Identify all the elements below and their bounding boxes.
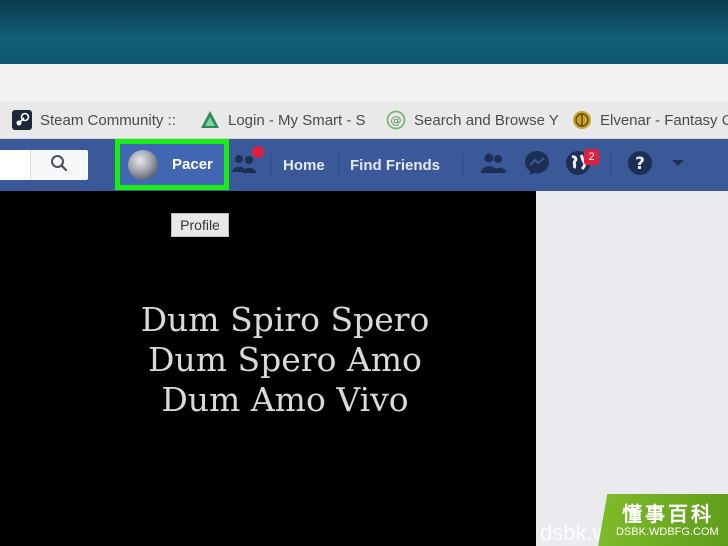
friends-icon: [478, 148, 508, 183]
nav-divider: [462, 154, 463, 176]
notification-badge: 2: [584, 149, 599, 165]
watermark-url: DSBK.WDBFG.COM: [616, 526, 719, 538]
help-button[interactable]: ?: [624, 149, 656, 181]
home-link[interactable]: Home: [283, 139, 325, 191]
triangle-logo-icon: [200, 110, 220, 130]
bookmark-login-my-smart[interactable]: Login - My Smart - S: [200, 102, 366, 138]
cover-quote: Dum Spiro Spero Dum Spero Amo Dum Amo Vi…: [40, 300, 530, 420]
notification-dot: [252, 146, 264, 158]
bookmark-search-and-browse[interactable]: @ Search and Browse Y: [386, 102, 559, 138]
profile-name: Pacer: [172, 156, 213, 173]
messenger-icon: [523, 149, 551, 182]
quote-line: Dum Spiro Spero: [140, 300, 430, 339]
nav-divider: [610, 154, 611, 176]
caret-down-icon: [670, 155, 686, 176]
friends-button[interactable]: [477, 149, 509, 181]
account-menu-button[interactable]: [662, 149, 694, 181]
bookmark-elvenar[interactable]: Elvenar - Fantasy C: [572, 102, 728, 138]
watermark-chinese: 懂事百科: [622, 504, 714, 526]
at-sign-icon: @: [386, 110, 406, 130]
nav-divider: [338, 154, 339, 176]
search-icon: [50, 154, 68, 177]
question-icon: ?: [626, 149, 654, 182]
tree-emblem-icon: [572, 110, 592, 130]
messenger-button[interactable]: [521, 149, 553, 181]
browser-toolbar: [0, 64, 728, 103]
quote-line: Dum Spero Amo: [148, 340, 422, 379]
bookmarks-bar: Steam Community :: Login - My Smart - S …: [0, 102, 728, 139]
profile-button[interactable]: Pacer: [115, 139, 229, 190]
bookmark-label: Elvenar - Fantasy C: [600, 111, 728, 129]
quote-line: Dum Amo Vivo: [161, 380, 409, 419]
right-column: [536, 191, 728, 546]
bookmark-label: Login - My Smart - S: [228, 111, 366, 129]
desktop-title-area: [0, 0, 728, 64]
find-friends-link[interactable]: Find Friends: [350, 139, 440, 191]
svg-text:?: ?: [635, 154, 645, 174]
nav-divider: [270, 154, 271, 176]
bookmark-label: Search and Browse Y: [414, 111, 559, 129]
profile-tooltip: Profile: [171, 213, 229, 237]
bookmark-steam-community[interactable]: Steam Community ::: [12, 102, 176, 138]
search-button[interactable]: [30, 150, 87, 180]
avatar: [128, 149, 158, 180]
watermark-logo: 懂事百科 DSBK.WDBFG.COM: [596, 494, 728, 546]
svg-text:@: @: [391, 114, 402, 127]
steam-icon: [12, 110, 32, 130]
bookmark-label: Steam Community ::: [40, 111, 176, 129]
